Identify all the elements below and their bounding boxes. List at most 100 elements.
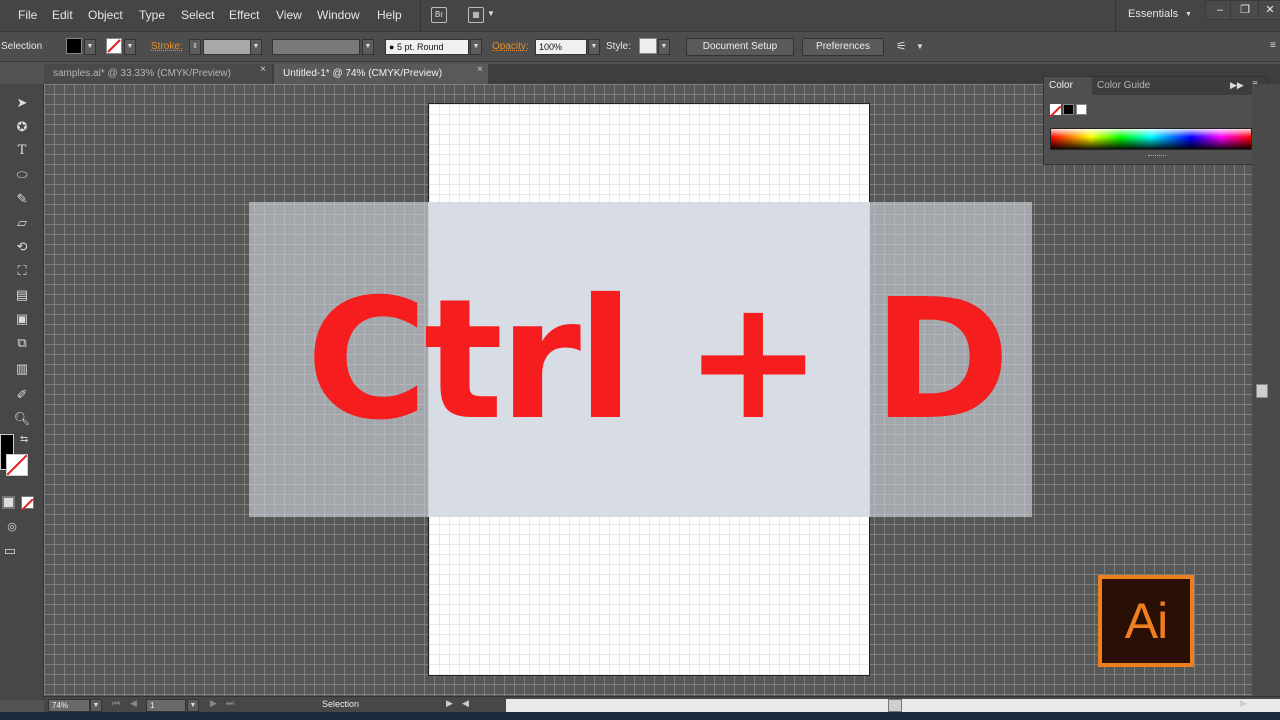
menu-file[interactable]: File	[18, 8, 37, 22]
options-dropdown-icon[interactable]: ▼	[916, 42, 924, 51]
panel-resize-grip[interactable]	[1148, 155, 1166, 157]
tab-color-guide[interactable]: Color Guide	[1092, 77, 1172, 95]
black-swatch[interactable]	[1063, 104, 1074, 115]
tab-untitled[interactable]: Untitled-1* @ 74% (CMYK/Preview)	[274, 64, 488, 84]
tab-samples[interactable]: samples.ai* @ 33.33% (CMYK/Preview)	[44, 64, 272, 84]
color-panel-tabs: Color Color Guide ▶▶ ≡	[1044, 77, 1267, 95]
menu-window[interactable]: Window	[317, 8, 360, 22]
illustrator-window: File Edit Object Type Select Effect View…	[0, 0, 1280, 720]
workspace-dropdown-icon[interactable]: ▼	[1185, 11, 1192, 18]
previous-artboard-icon[interactable]: ◀	[130, 698, 137, 709]
tools-panel: ➤ ✪ T ⬭ ✎ ▱ ⟲ ⛶ ▤ ▣ ⧉ ▥ ✐ 🔍︎ ⇆ ◎ ▭	[0, 84, 44, 700]
maximize-button[interactable]: ❐	[1230, 0, 1260, 20]
arrange-dropdown-icon[interactable]: ▼	[487, 9, 495, 18]
stroke-swatch[interactable]	[106, 38, 122, 54]
white-swatch[interactable]	[1076, 104, 1087, 115]
gradient-tool-icon[interactable]: ▣	[12, 310, 32, 328]
vertical-scroll-thumb[interactable]	[1256, 384, 1268, 398]
menu-divider	[420, 0, 421, 32]
zoom-tool-icon[interactable]: 🔍︎	[12, 410, 32, 428]
close-button[interactable]: ✕	[1258, 0, 1280, 20]
menu-effect[interactable]: Effect	[229, 8, 259, 22]
mesh-tool-icon[interactable]: ▤	[12, 286, 32, 304]
tab-samples-label: samples.ai* @ 33.33% (CMYK/Preview)	[53, 68, 231, 79]
shape-builder-icon[interactable]: ⧉	[12, 334, 32, 352]
opacity-dropdown[interactable]: ▼	[588, 39, 600, 55]
graphic-style-swatch[interactable]	[639, 38, 657, 54]
menu-object[interactable]: Object	[88, 8, 123, 22]
lasso-tool-icon[interactable]: ✪	[12, 118, 32, 136]
collapse-panel-icon[interactable]: ▶▶	[1230, 80, 1244, 91]
none-swatch-icon	[6, 454, 28, 476]
eraser-tool-icon[interactable]: ▱	[12, 214, 32, 232]
type-tool-icon[interactable]: T	[12, 142, 32, 160]
color-spectrum[interactable]	[1050, 128, 1252, 150]
workspace-switcher[interactable]: Essentials	[1128, 8, 1178, 20]
menu-view[interactable]: View	[276, 8, 302, 22]
none-swatch[interactable]	[1049, 104, 1062, 118]
current-tool-label: Selection	[322, 699, 360, 709]
last-artboard-icon[interactable]: ⏭	[226, 698, 234, 709]
scroll-left-icon[interactable]: ◀	[462, 698, 469, 709]
vertical-scrollbar[interactable]	[1252, 84, 1280, 696]
control-panel-menu-icon[interactable]: ≡	[1270, 40, 1276, 51]
bridge-icon[interactable]: Br	[431, 7, 447, 23]
brush-definition[interactable]: ● 5 pt. Round	[385, 39, 469, 55]
none-mode-icon[interactable]	[21, 496, 34, 511]
stroke-dropdown[interactable]: ▼	[124, 39, 136, 55]
opacity-field[interactable]: 100%	[535, 39, 587, 55]
menu-bar: File Edit Object Type Select Effect View…	[0, 0, 1280, 32]
tab-color[interactable]: Color	[1044, 77, 1092, 95]
brush-dropdown[interactable]: ▼	[470, 39, 482, 55]
stroke-weight-field[interactable]	[203, 39, 251, 55]
document-setup-button[interactable]: Document Setup	[686, 38, 794, 56]
preferences-button[interactable]: Preferences	[802, 38, 884, 56]
draw-mode-icon[interactable]: ◎	[2, 518, 22, 536]
horizontal-scroll-thumb[interactable]	[888, 699, 902, 712]
zoom-field[interactable]: 74%	[48, 699, 90, 712]
next-artboard-icon[interactable]: ▶	[210, 698, 217, 709]
brush-definition-label: 5 pt. Round	[396, 42, 444, 52]
variable-width-profile[interactable]	[272, 39, 360, 55]
stroke-weight-dropdown[interactable]: ▼	[250, 39, 262, 55]
graph-tool-icon[interactable]: ▥	[12, 360, 32, 378]
opacity-label[interactable]: Opacity:	[492, 41, 529, 52]
stroke-label[interactable]: Stroke:	[151, 41, 183, 52]
tab-untitled-close-icon[interactable]: ×	[477, 64, 483, 75]
color-panel: Color Color Guide ▶▶ ≡	[1043, 76, 1268, 165]
rotate-tool-icon[interactable]: ⟲	[12, 238, 32, 256]
artboard-dropdown[interactable]: ▼	[187, 699, 199, 712]
fill-dropdown[interactable]: ▼	[84, 39, 96, 55]
arrange-options-icon[interactable]: ⚟	[896, 39, 907, 53]
menu-type[interactable]: Type	[139, 8, 165, 22]
ellipse-tool-icon[interactable]: ⬭	[12, 166, 32, 184]
status-bar: 74% ▼ ⏮ ◀ 1 ▼ ▶ ⏭ Selection ▶ ◀ ▶	[44, 696, 1280, 712]
free-transform-icon[interactable]: ⛶	[12, 262, 32, 280]
menu-edit[interactable]: Edit	[52, 8, 73, 22]
selection-label: Selection	[1, 41, 43, 52]
screen-mode-icon[interactable]: ▭	[0, 542, 20, 560]
canvas-area[interactable]: Ctrl + D	[44, 84, 1252, 696]
artboard-number-field[interactable]: 1	[146, 699, 186, 712]
fill-swatch[interactable]	[66, 38, 82, 54]
first-artboard-icon[interactable]: ⏮	[112, 698, 120, 709]
scroll-right-icon[interactable]: ▶	[1240, 698, 1247, 709]
stroke-color-icon[interactable]	[6, 454, 28, 476]
tab-samples-close-icon[interactable]: ×	[260, 64, 266, 75]
style-dropdown[interactable]: ▼	[658, 39, 670, 55]
status-menu-icon[interactable]: ▶	[446, 698, 453, 709]
zoom-dropdown[interactable]: ▼	[90, 699, 102, 712]
color-mode-icon[interactable]	[2, 496, 15, 509]
menu-divider	[1115, 0, 1116, 32]
arrange-documents-icon[interactable]: ▦	[468, 7, 484, 23]
stroke-weight-stepper[interactable]: ⇕	[189, 39, 201, 55]
none-swatch-slash-icon	[1049, 105, 1062, 118]
menu-help[interactable]: Help	[377, 8, 402, 22]
menu-select[interactable]: Select	[181, 8, 214, 22]
horizontal-scrollbar[interactable]	[506, 699, 1280, 712]
selection-tool-icon[interactable]: ➤	[12, 94, 32, 112]
brush-tool-icon[interactable]: ✎	[12, 190, 32, 208]
profile-dropdown[interactable]: ▼	[362, 39, 374, 55]
slice-tool-icon[interactable]: ✐	[12, 386, 32, 404]
swap-colors-icon[interactable]: ⇆	[20, 434, 28, 445]
